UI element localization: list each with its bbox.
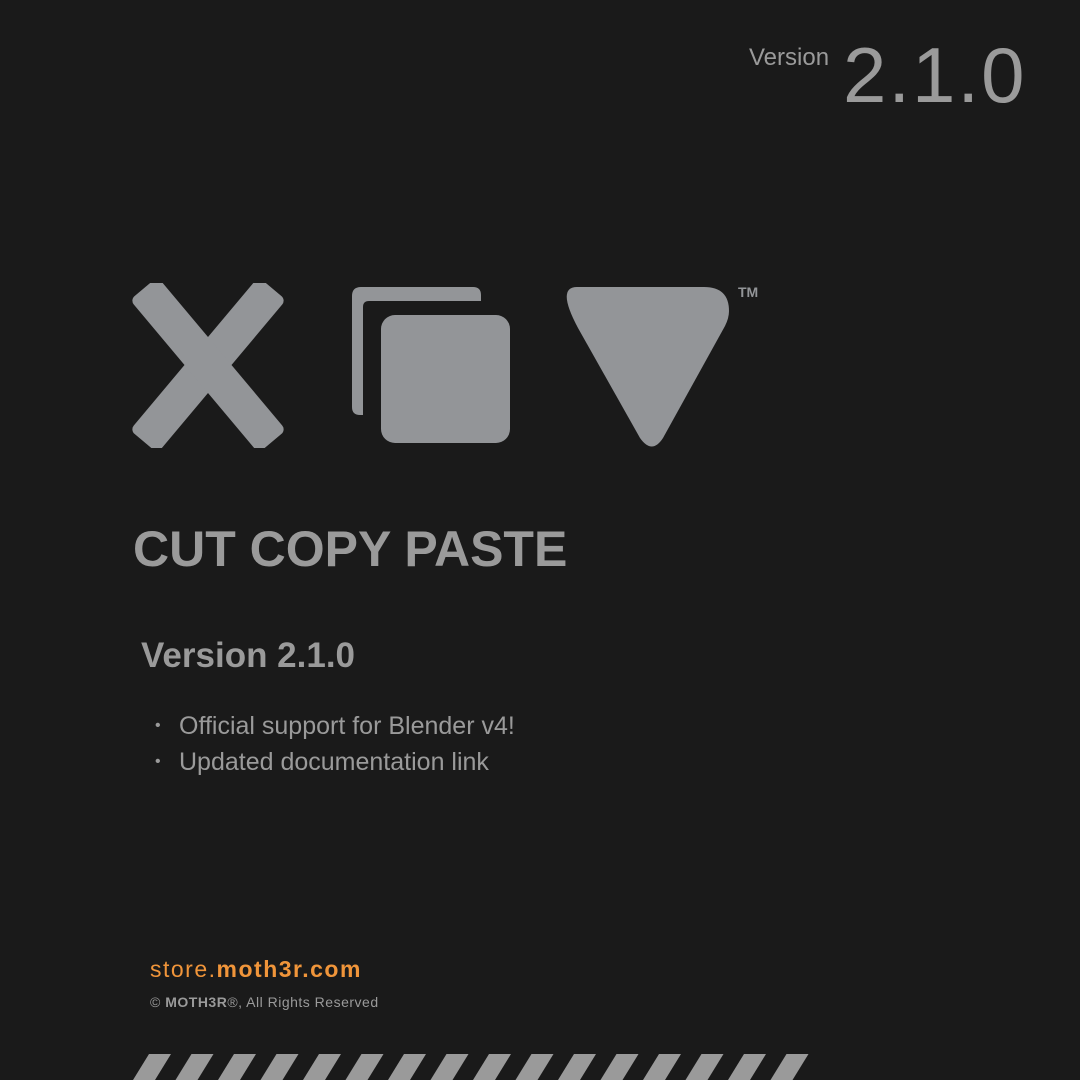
- hazard-stripe: [260, 1054, 299, 1080]
- copy-icon: [352, 287, 510, 443]
- hazard-stripe: [133, 1054, 171, 1080]
- hazard-stripe: [388, 1054, 426, 1080]
- hazard-stripe: [728, 1054, 766, 1080]
- cut-x-icon: [132, 283, 284, 448]
- version-number: 2.1.0: [843, 31, 1027, 119]
- hazard-stripe: [303, 1054, 341, 1080]
- hazard-stripe: [558, 1054, 596, 1080]
- paste-triangle-icon: [566, 287, 729, 447]
- hazard-stripe: [643, 1054, 681, 1080]
- trademark: TM: [738, 284, 759, 300]
- hazard-stripe: [515, 1054, 554, 1080]
- changelog-item: • Updated documentation link: [155, 744, 515, 780]
- hazard-stripe: [218, 1054, 256, 1080]
- logo: [132, 283, 729, 448]
- hazard-stripe: [430, 1054, 469, 1080]
- store-link[interactable]: store.moth3r.com: [150, 956, 362, 983]
- bullet-icon: •: [155, 717, 161, 734]
- hazard-stripe: [175, 1054, 214, 1080]
- hazard-stripe: [473, 1054, 511, 1080]
- changelog-title: Version 2.1.0: [141, 636, 356, 675]
- hazard-stripes: [133, 1054, 809, 1080]
- product-name: CUT COPY PASTE: [133, 521, 568, 577]
- changelog-item: • Official support for Blender v4!: [155, 708, 515, 744]
- hazard-stripe: [685, 1054, 724, 1080]
- version-label: Version: [749, 44, 830, 71]
- copyright: © MOTH3R®, All Rights Reserved: [150, 994, 379, 1010]
- changelog-list: • Official support for Blender v4! • Updat…: [155, 708, 515, 780]
- hazard-stripe: [770, 1054, 809, 1080]
- hazard-stripe: [600, 1054, 639, 1080]
- bullet-icon: •: [155, 753, 161, 770]
- hazard-stripe: [345, 1054, 384, 1080]
